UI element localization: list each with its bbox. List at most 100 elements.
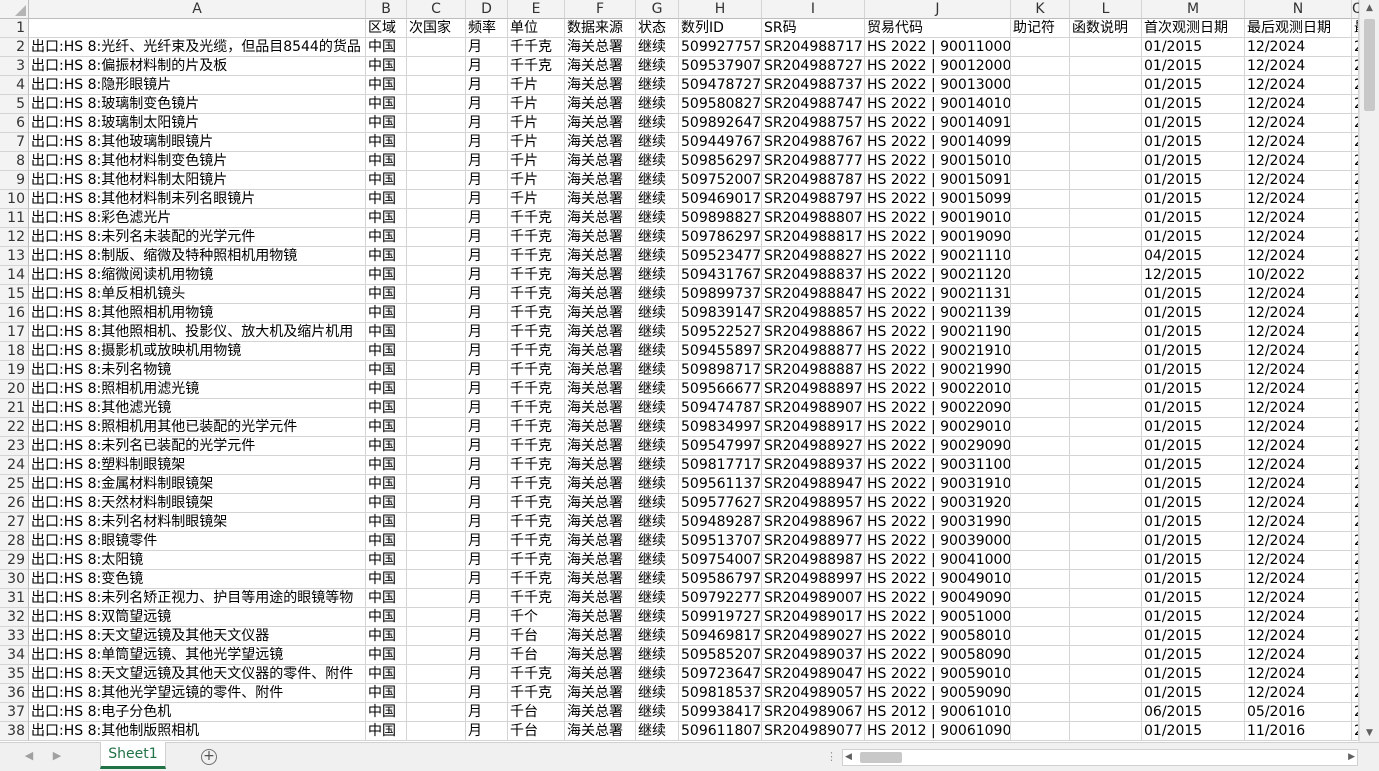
table-row-cell-b[interactable]: 中国 (366, 342, 407, 361)
row-header-10[interactable]: 10 (0, 190, 29, 209)
table-row-cell-g[interactable]: 继续 (636, 437, 679, 456)
table-row-cell-l[interactable] (1070, 323, 1142, 342)
column-header-b[interactable]: B (366, 0, 407, 19)
table-row-cell-h[interactable]: 509792277 (679, 589, 762, 608)
table-row-cell-b[interactable]: 中国 (366, 95, 407, 114)
column-header-a[interactable]: A (29, 0, 366, 19)
table-row-cell-f[interactable]: 海关总署 (565, 589, 636, 608)
table-row-cell-k[interactable] (1011, 703, 1070, 722)
table-row-cell-m[interactable]: 01/2015 (1142, 342, 1245, 361)
table-row-cell-h[interactable]: 509469017 (679, 190, 762, 209)
table-row-cell-d[interactable]: 月 (466, 285, 508, 304)
table-row-cell-c[interactable] (407, 665, 466, 684)
table-row-cell-h[interactable]: 509586797 (679, 570, 762, 589)
table-row-cell-f[interactable]: 海关总署 (565, 266, 636, 285)
table-row-cell-i[interactable]: SR204988907 (762, 399, 865, 418)
table-row-cell-k[interactable] (1011, 285, 1070, 304)
table-row-cell-o[interactable]: 2 (1352, 665, 1359, 684)
table-row-cell-c[interactable] (407, 361, 466, 380)
table-row-cell-g[interactable]: 继续 (636, 608, 679, 627)
table-row-cell-o[interactable]: 2 (1352, 380, 1359, 399)
table-row-cell-a[interactable]: 出口:HS 8:未列名材料制眼镜架 (29, 513, 366, 532)
row-header-30[interactable]: 30 (0, 570, 29, 589)
table-row-cell-o[interactable]: 2 (1352, 114, 1359, 133)
table-row-cell-b[interactable]: 中国 (366, 399, 407, 418)
table-row-cell-f[interactable]: 海关总署 (565, 703, 636, 722)
table-row-cell-l[interactable] (1070, 627, 1142, 646)
table-row-cell-o[interactable]: 2 (1352, 38, 1359, 57)
table-row-cell-j[interactable]: HS 2022 | 90021190 (865, 323, 1011, 342)
table-row-cell-h[interactable]: 509523477 (679, 247, 762, 266)
header-row-cell-a[interactable] (29, 19, 366, 38)
next-sheet-arrow-icon[interactable]: ▶ (50, 749, 64, 762)
table-row-cell-g[interactable]: 继续 (636, 95, 679, 114)
table-row-cell-h[interactable]: 509449767 (679, 133, 762, 152)
table-row-cell-a[interactable]: 出口:HS 8:其他照相机用物镜 (29, 304, 366, 323)
table-row-cell-i[interactable]: SR204988897 (762, 380, 865, 399)
row-header-9[interactable]: 9 (0, 171, 29, 190)
table-row-cell-b[interactable]: 中国 (366, 57, 407, 76)
table-row-cell-m[interactable]: 01/2015 (1142, 627, 1245, 646)
table-row-cell-e[interactable]: 千千克 (508, 399, 565, 418)
table-row-cell-d[interactable]: 月 (466, 418, 508, 437)
table-row-cell-o[interactable]: 2 (1352, 323, 1359, 342)
table-row-cell-l[interactable] (1070, 95, 1142, 114)
table-row-cell-i[interactable]: SR204988997 (762, 570, 865, 589)
table-row-cell-g[interactable]: 继续 (636, 133, 679, 152)
table-row-cell-i[interactable]: SR204988967 (762, 513, 865, 532)
table-row-cell-e[interactable]: 千千克 (508, 38, 565, 57)
table-row-cell-l[interactable] (1070, 646, 1142, 665)
table-row-cell-e[interactable]: 千千克 (508, 513, 565, 532)
table-row-cell-n[interactable]: 12/2024 (1245, 475, 1352, 494)
header-row-cell-m[interactable]: 首次观测日期 (1142, 19, 1245, 38)
table-row-cell-m[interactable]: 01/2015 (1142, 228, 1245, 247)
table-row-cell-g[interactable]: 继续 (636, 247, 679, 266)
table-row-cell-k[interactable] (1011, 361, 1070, 380)
table-row-cell-k[interactable] (1011, 95, 1070, 114)
table-row-cell-j[interactable]: HS 2022 | 90031910 (865, 475, 1011, 494)
table-row-cell-l[interactable] (1070, 703, 1142, 722)
table-row-cell-f[interactable]: 海关总署 (565, 171, 636, 190)
header-row-cell-g[interactable]: 状态 (636, 19, 679, 38)
table-row-cell-f[interactable]: 海关总署 (565, 209, 636, 228)
table-row-cell-o[interactable]: 2 (1352, 418, 1359, 437)
table-row-cell-i[interactable]: SR204988887 (762, 361, 865, 380)
table-row-cell-b[interactable]: 中国 (366, 570, 407, 589)
table-row-cell-e[interactable]: 千片 (508, 190, 565, 209)
row-header-1[interactable]: 1 (0, 19, 29, 38)
table-row-cell-a[interactable]: 出口:HS 8:彩色滤光片 (29, 209, 366, 228)
table-row-cell-k[interactable] (1011, 342, 1070, 361)
header-row-cell-i[interactable]: SR码 (762, 19, 865, 38)
spreadsheet-grid[interactable]: A B C D E F G H I J K L M N O 1 区域 次国家 频率 单位 数据来源 状态 数列ID SR码 贸易… (0, 0, 1359, 742)
table-row-cell-n[interactable]: 10/2022 (1245, 266, 1352, 285)
header-row-cell-d[interactable]: 频率 (466, 19, 508, 38)
table-row-cell-a[interactable]: 出口:HS 8:其他光学望远镜的零件、附件 (29, 684, 366, 703)
table-row-cell-a[interactable]: 出口:HS 8:其他材料制太阳镜片 (29, 171, 366, 190)
row-header-26[interactable]: 26 (0, 494, 29, 513)
table-row-cell-a[interactable]: 出口:HS 8:其他玻璃制眼镜片 (29, 133, 366, 152)
table-row-cell-b[interactable]: 中国 (366, 551, 407, 570)
table-row-cell-a[interactable]: 出口:HS 8:隐形眼镜片 (29, 76, 366, 95)
row-header-19[interactable]: 19 (0, 361, 29, 380)
table-row-cell-d[interactable]: 月 (466, 608, 508, 627)
table-row-cell-c[interactable] (407, 437, 466, 456)
table-row-cell-c[interactable] (407, 475, 466, 494)
table-row-cell-n[interactable]: 12/2024 (1245, 513, 1352, 532)
table-row-cell-o[interactable]: 2 (1352, 285, 1359, 304)
table-row-cell-o[interactable]: 2 (1352, 133, 1359, 152)
table-row-cell-e[interactable]: 千片 (508, 133, 565, 152)
column-header-c[interactable]: C (407, 0, 466, 19)
table-row-cell-o[interactable]: 2 (1352, 722, 1359, 741)
table-row-cell-e[interactable]: 千千克 (508, 247, 565, 266)
column-header-i[interactable]: I (762, 0, 865, 19)
table-row-cell-o[interactable]: 2 (1352, 532, 1359, 551)
table-row-cell-f[interactable]: 海关总署 (565, 551, 636, 570)
table-row-cell-d[interactable]: 月 (466, 76, 508, 95)
table-row-cell-i[interactable]: SR204988937 (762, 456, 865, 475)
table-row-cell-a[interactable]: 出口:HS 8:未列名已装配的光学元件 (29, 437, 366, 456)
table-row-cell-k[interactable] (1011, 722, 1070, 741)
table-row-cell-i[interactable]: SR204989047 (762, 665, 865, 684)
table-row-cell-k[interactable] (1011, 57, 1070, 76)
table-row-cell-d[interactable]: 月 (466, 247, 508, 266)
table-row-cell-d[interactable]: 月 (466, 551, 508, 570)
